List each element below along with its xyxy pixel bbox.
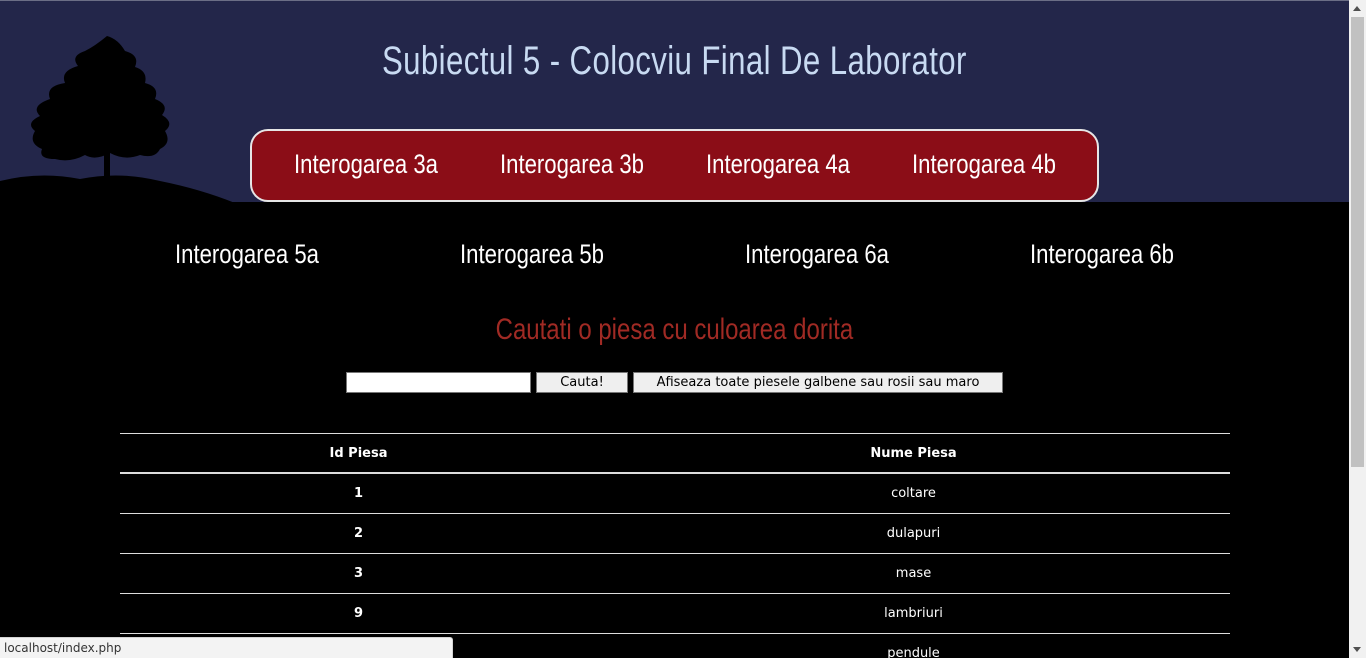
cell-name: coltare	[891, 486, 936, 501]
nav-link-3b[interactable]: Interogarea 3b	[490, 149, 654, 180]
cell-id: 3	[353, 566, 364, 581]
nav-link-3a[interactable]: Interogarea 3a	[284, 149, 448, 180]
scroll-thumb[interactable]	[1351, 17, 1364, 467]
search-button[interactable]: Cauta!	[536, 372, 628, 393]
nav-link-5a[interactable]: Interogarea 5a	[149, 239, 346, 270]
nav-link-4b[interactable]: Interogarea 4b	[902, 149, 1066, 180]
cell-name: lambriuri	[884, 606, 943, 621]
table-header-row: Id Piesa Nume Piesa	[120, 434, 1230, 474]
cell-id: 9	[353, 606, 364, 621]
page-title: Subiectul 5 - Colocviu Final De Laborato…	[381, 39, 967, 83]
cell-name: dulapuri	[886, 526, 941, 541]
nav-link-5b[interactable]: Interogarea 5b	[434, 239, 631, 270]
cell-name: pendule	[887, 646, 940, 658]
column-header-id: Id Piesa	[329, 445, 388, 461]
table-row: 9 lambriuri	[120, 594, 1230, 634]
cell-id: 2	[353, 526, 364, 541]
top-navigation: Interogarea 3a Interogarea 3b Interogare…	[250, 129, 1099, 202]
nav-link-6b[interactable]: Interogarea 6b	[1004, 239, 1201, 270]
scroll-down-icon[interactable]	[1353, 647, 1361, 652]
vertical-scrollbar[interactable]	[1349, 0, 1366, 658]
cell-id: 1	[353, 486, 364, 501]
status-bar-url: localhost/index.php	[0, 637, 453, 658]
show-all-button[interactable]: Afiseaza toate piesele galbene sau rosii…	[633, 372, 1003, 393]
table-row: 1 coltare	[120, 474, 1230, 514]
nav-link-4a[interactable]: Interogarea 4a	[696, 149, 860, 180]
table-row: 2 dulapuri	[120, 514, 1230, 554]
pieces-table: Id Piesa Nume Piesa 1 coltare 2 dulapuri…	[120, 433, 1230, 658]
column-header-name: Nume Piesa	[870, 445, 957, 461]
cell-name: mase	[895, 566, 932, 581]
table-row: 3 mase	[120, 554, 1230, 594]
color-search-input[interactable]	[346, 372, 531, 393]
scroll-up-icon[interactable]	[1353, 6, 1361, 11]
search-heading: Cautati o piesa cu culoarea dorita	[495, 313, 854, 346]
nav-link-6a[interactable]: Interogarea 6a	[719, 239, 916, 270]
